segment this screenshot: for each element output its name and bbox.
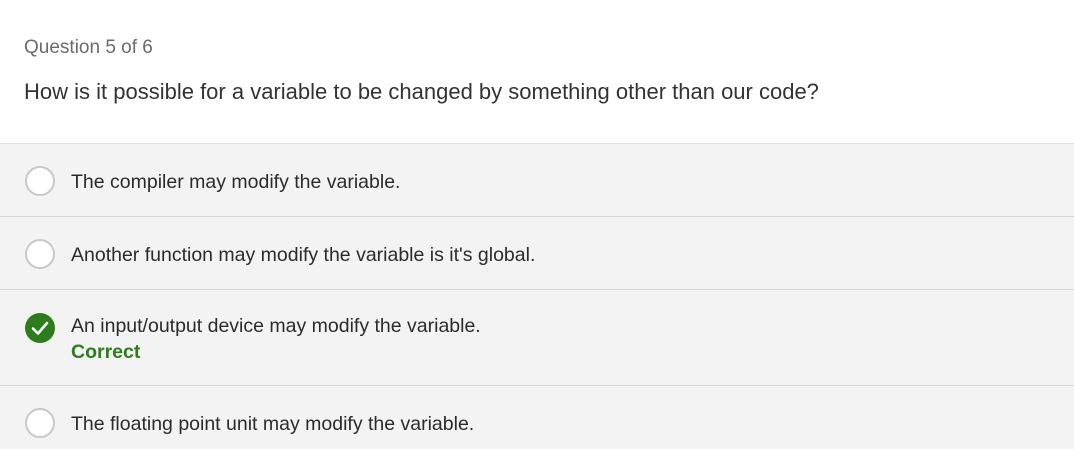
question-progress: Question 5 of 6 (24, 37, 153, 58)
radio-empty-icon[interactable] (25, 239, 55, 269)
answer-option-label: The compiler may modify the variable. (71, 171, 401, 193)
question-text: How is it possible for a variable to be … (24, 79, 819, 104)
checkmark-icon-glyph (31, 321, 49, 335)
answer-option[interactable]: Another function may modify the variable… (0, 217, 1074, 290)
answer-option-label: The floating point unit may modify the v… (71, 413, 475, 435)
answer-options-list: The compiler may modify the variable. An… (0, 143, 1074, 449)
radio-empty-icon[interactable] (25, 408, 55, 438)
answer-feedback-correct: Correct (71, 341, 141, 363)
checkmark-icon[interactable] (25, 313, 55, 343)
answer-option-selected[interactable]: An input/output device may modify the va… (0, 290, 1074, 386)
answer-option[interactable]: The floating point unit may modify the v… (0, 386, 1074, 450)
answer-option[interactable]: The compiler may modify the variable. (0, 144, 1074, 217)
radio-empty-icon[interactable] (25, 166, 55, 196)
answer-option-label: Another function may modify the variable… (71, 244, 536, 266)
question-header: Question 5 of 6 How is it possible for a… (0, 0, 1074, 143)
answer-option-label: An input/output device may modify the va… (71, 315, 481, 337)
